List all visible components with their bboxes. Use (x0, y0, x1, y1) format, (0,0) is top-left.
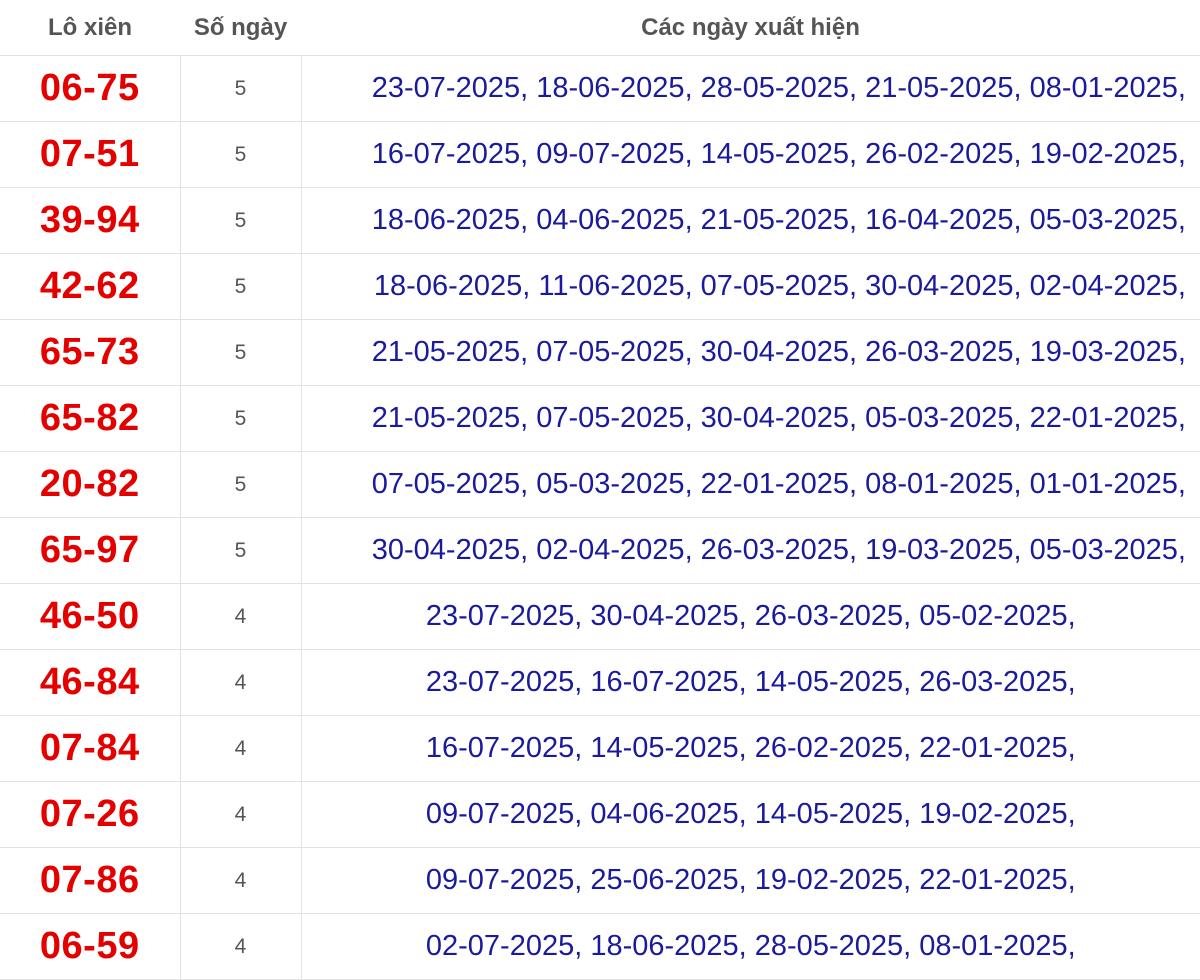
header-count: Số ngày (180, 0, 301, 56)
count-cell: 5 (180, 253, 302, 320)
count-cell: 5 (180, 187, 302, 254)
dates-cell: 30-04-2025, 02-04-2025, 26-03-2025, 19-0… (301, 517, 1200, 584)
pair-cell: 06-75 (0, 55, 181, 122)
table-row: 46-50 4 23-07-2025, 30-04-2025, 26-03-2025… (0, 583, 1200, 650)
dates-cell: 18-06-2025, 04-06-2025, 21-05-2025, 16-0… (301, 187, 1200, 254)
table-header: Lô xiên Số ngày Các ngày xuất hiện (0, 0, 1200, 56)
count-cell: 4 (180, 913, 302, 980)
pair-cell: 65-82 (0, 385, 181, 452)
pair-cell: 06-59 (0, 913, 181, 980)
pair-cell: 46-50 (0, 583, 181, 650)
pair-cell: 07-26 (0, 781, 181, 848)
dates-cell: 07-05-2025, 05-03-2025, 22-01-2025, 08-0… (301, 451, 1200, 518)
count-cell: 5 (180, 517, 302, 584)
count-cell: 4 (180, 847, 302, 914)
count-cell: 5 (180, 319, 302, 386)
table-row: 07-84 4 16-07-2025, 14-05-2025, 26-02-2025… (0, 715, 1200, 782)
count-cell: 4 (180, 583, 302, 650)
pair-cell: 46-84 (0, 649, 181, 716)
dates-cell: 16-07-2025, 09-07-2025, 14-05-2025, 26-0… (301, 121, 1200, 188)
pair-cell: 07-86 (0, 847, 181, 914)
count-cell: 4 (180, 649, 302, 716)
table-row: 07-26 4 09-07-2025, 04-06-2025, 14-05-2025… (0, 781, 1200, 848)
pair-cell: 65-97 (0, 517, 181, 584)
dates-cell: 16-07-2025, 14-05-2025, 26-02-2025, 22-0… (301, 715, 1200, 782)
pair-cell: 39-94 (0, 187, 181, 254)
table-row: 20-82 5 07-05-2025, 05-03-2025, 22-01-2025… (0, 451, 1200, 518)
table-row: 06-75 5 23-07-2025, 18-06-2025, 28-05-2025… (0, 55, 1200, 122)
count-cell: 5 (180, 55, 302, 122)
count-cell: 5 (180, 451, 302, 518)
count-cell: 4 (180, 781, 302, 848)
pair-cell: 20-82 (0, 451, 181, 518)
table-body: 06-75 5 23-07-2025, 18-06-2025, 28-05-2025… (0, 55, 1200, 980)
lo-xien-table: Lô xiên Số ngày Các ngày xuất hiện 06-75… (0, 0, 1200, 980)
pair-cell: 42-62 (0, 253, 181, 320)
pair-cell: 07-51 (0, 121, 181, 188)
table-row: 07-86 4 09-07-2025, 25-06-2025, 19-02-2025… (0, 847, 1200, 914)
table-row: 65-73 5 21-05-2025, 07-05-2025, 30-04-2025… (0, 319, 1200, 386)
header-row: Lô xiên Số ngày Các ngày xuất hiện (0, 0, 1200, 56)
count-cell: 4 (180, 715, 302, 782)
table-row: 65-97 5 30-04-2025, 02-04-2025, 26-03-2025… (0, 517, 1200, 584)
table-row: 42-62 5 18-06-2025, 11-06-2025, 07-05-2025… (0, 253, 1200, 320)
header-dates: Các ngày xuất hiện (301, 0, 1200, 56)
dates-cell: 21-05-2025, 07-05-2025, 30-04-2025, 05-0… (301, 385, 1200, 452)
dates-cell: 23-07-2025, 16-07-2025, 14-05-2025, 26-0… (301, 649, 1200, 716)
pair-cell: 07-84 (0, 715, 181, 782)
pair-cell: 65-73 (0, 319, 181, 386)
table-row: 06-59 4 02-07-2025, 18-06-2025, 28-05-2025… (0, 913, 1200, 980)
table-row: 46-84 4 23-07-2025, 16-07-2025, 14-05-2025… (0, 649, 1200, 716)
dates-cell: 18-06-2025, 11-06-2025, 07-05-2025, 30-0… (301, 253, 1200, 320)
table-row: 07-51 5 16-07-2025, 09-07-2025, 14-05-2025… (0, 121, 1200, 188)
table-row: 39-94 5 18-06-2025, 04-06-2025, 21-05-2025… (0, 187, 1200, 254)
header-pair: Lô xiên (0, 0, 180, 56)
dates-cell: 23-07-2025, 18-06-2025, 28-05-2025, 21-0… (301, 55, 1200, 122)
dates-cell: 21-05-2025, 07-05-2025, 30-04-2025, 26-0… (301, 319, 1200, 386)
dates-cell: 09-07-2025, 25-06-2025, 19-02-2025, 22-0… (301, 847, 1200, 914)
count-cell: 5 (180, 385, 302, 452)
table-row: 65-82 5 21-05-2025, 07-05-2025, 30-04-2025… (0, 385, 1200, 452)
dates-cell: 09-07-2025, 04-06-2025, 14-05-2025, 19-0… (301, 781, 1200, 848)
dates-cell: 23-07-2025, 30-04-2025, 26-03-2025, 05-0… (301, 583, 1200, 650)
dates-cell: 02-07-2025, 18-06-2025, 28-05-2025, 08-0… (301, 913, 1200, 980)
count-cell: 5 (180, 121, 302, 188)
